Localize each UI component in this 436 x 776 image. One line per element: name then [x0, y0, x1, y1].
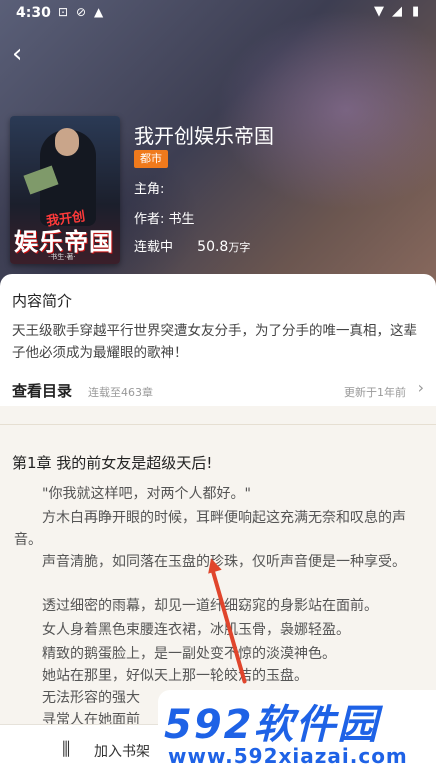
book-cover[interactable]: 我开创 娱乐帝国 ·书生·著· [10, 116, 120, 264]
status-bar: 4:30 ⊡ ⊘ ▲ ▼ ◢ ▮ [0, 0, 436, 26]
chevron-left-icon: ‹ [12, 39, 23, 69]
word-count: 50.8 [197, 239, 229, 255]
back-button[interactable]: ‹ [12, 40, 36, 68]
toc-chapter-count: 连载至463章 [88, 386, 153, 399]
cover-figure-head [55, 128, 79, 156]
bookshelf-icon[interactable]: ⫼ [62, 739, 70, 760]
book-status: 连载中 50.8万字 [134, 236, 250, 255]
protagonist-label: 主角: [134, 182, 165, 197]
signal-icon: ◢ [392, 4, 402, 19]
watermark-logo: 592软件园 [164, 702, 380, 748]
blocked-icon: ⊘ [76, 5, 87, 19]
wifi-icon: ▼ [374, 4, 384, 19]
serial-status: 连载中 [134, 240, 174, 255]
toc-updated: 更新于1年前 [344, 386, 406, 399]
paragraph: 方木白再睁开眼的时候，耳畔便响起这充满无奈和叹息的声音。 [14, 510, 406, 548]
genre-badge[interactable]: 都市 [134, 150, 168, 168]
chevron-right-icon[interactable]: › [418, 378, 424, 397]
status-time: 4:30 [16, 5, 51, 21]
author-info: 作者: 书生 [134, 208, 195, 227]
paragraph: 精致的鹅蛋脸上，是一副处变不惊的淡漠神色。 [42, 646, 336, 662]
intro-card: 内容简介 天王级歌手穿越平行世界突遭女友分手，为了分手的唯一真相，这辈子他必须成… [0, 274, 436, 406]
word-count-unit: 万字 [228, 241, 251, 254]
battery-icon: ▮ [412, 4, 420, 19]
author-label: 作者: [134, 212, 165, 227]
watermark-url: www.592xiazai.com [168, 744, 408, 768]
author-name[interactable]: 书生 [169, 212, 195, 227]
site-watermark: 592软件园 www.592xiazai.com [158, 690, 436, 776]
intro-text[interactable]: 天王级歌手穿越平行世界突遭女友分手，为了分手的唯一真相，这辈子他必须成为最耀眼的… [12, 320, 424, 364]
notification-icon: ▲ [94, 5, 104, 19]
paragraph: 女人身着黑色束腰连衣裙，冰肌玉骨，袅娜轻盈。 [42, 622, 350, 638]
add-to-shelf-button[interactable]: 加入书架 [94, 741, 150, 761]
cover-author-tag: ·书生·著· [48, 253, 76, 261]
intro-heading: 内容简介 [12, 292, 73, 310]
paragraph: 她站在那里，好似天上那一轮皎洁的玉盘。 [42, 668, 308, 684]
toc-button[interactable]: 查看目录 [12, 380, 72, 401]
chapter-title: 第1章 我的前女友是超级天后! [12, 454, 213, 472]
paragraph: "你我就这样吧，对两个人都好。" [42, 486, 251, 502]
alert-a-icon: ⊡ [58, 5, 69, 19]
chapter-preview[interactable]: 第1章 我的前女友是超级天后! "你我就这样吧，对两个人都好。" 方木白再睁开眼… [0, 425, 436, 728]
book-title: 我开创娱乐帝国 [134, 124, 274, 148]
